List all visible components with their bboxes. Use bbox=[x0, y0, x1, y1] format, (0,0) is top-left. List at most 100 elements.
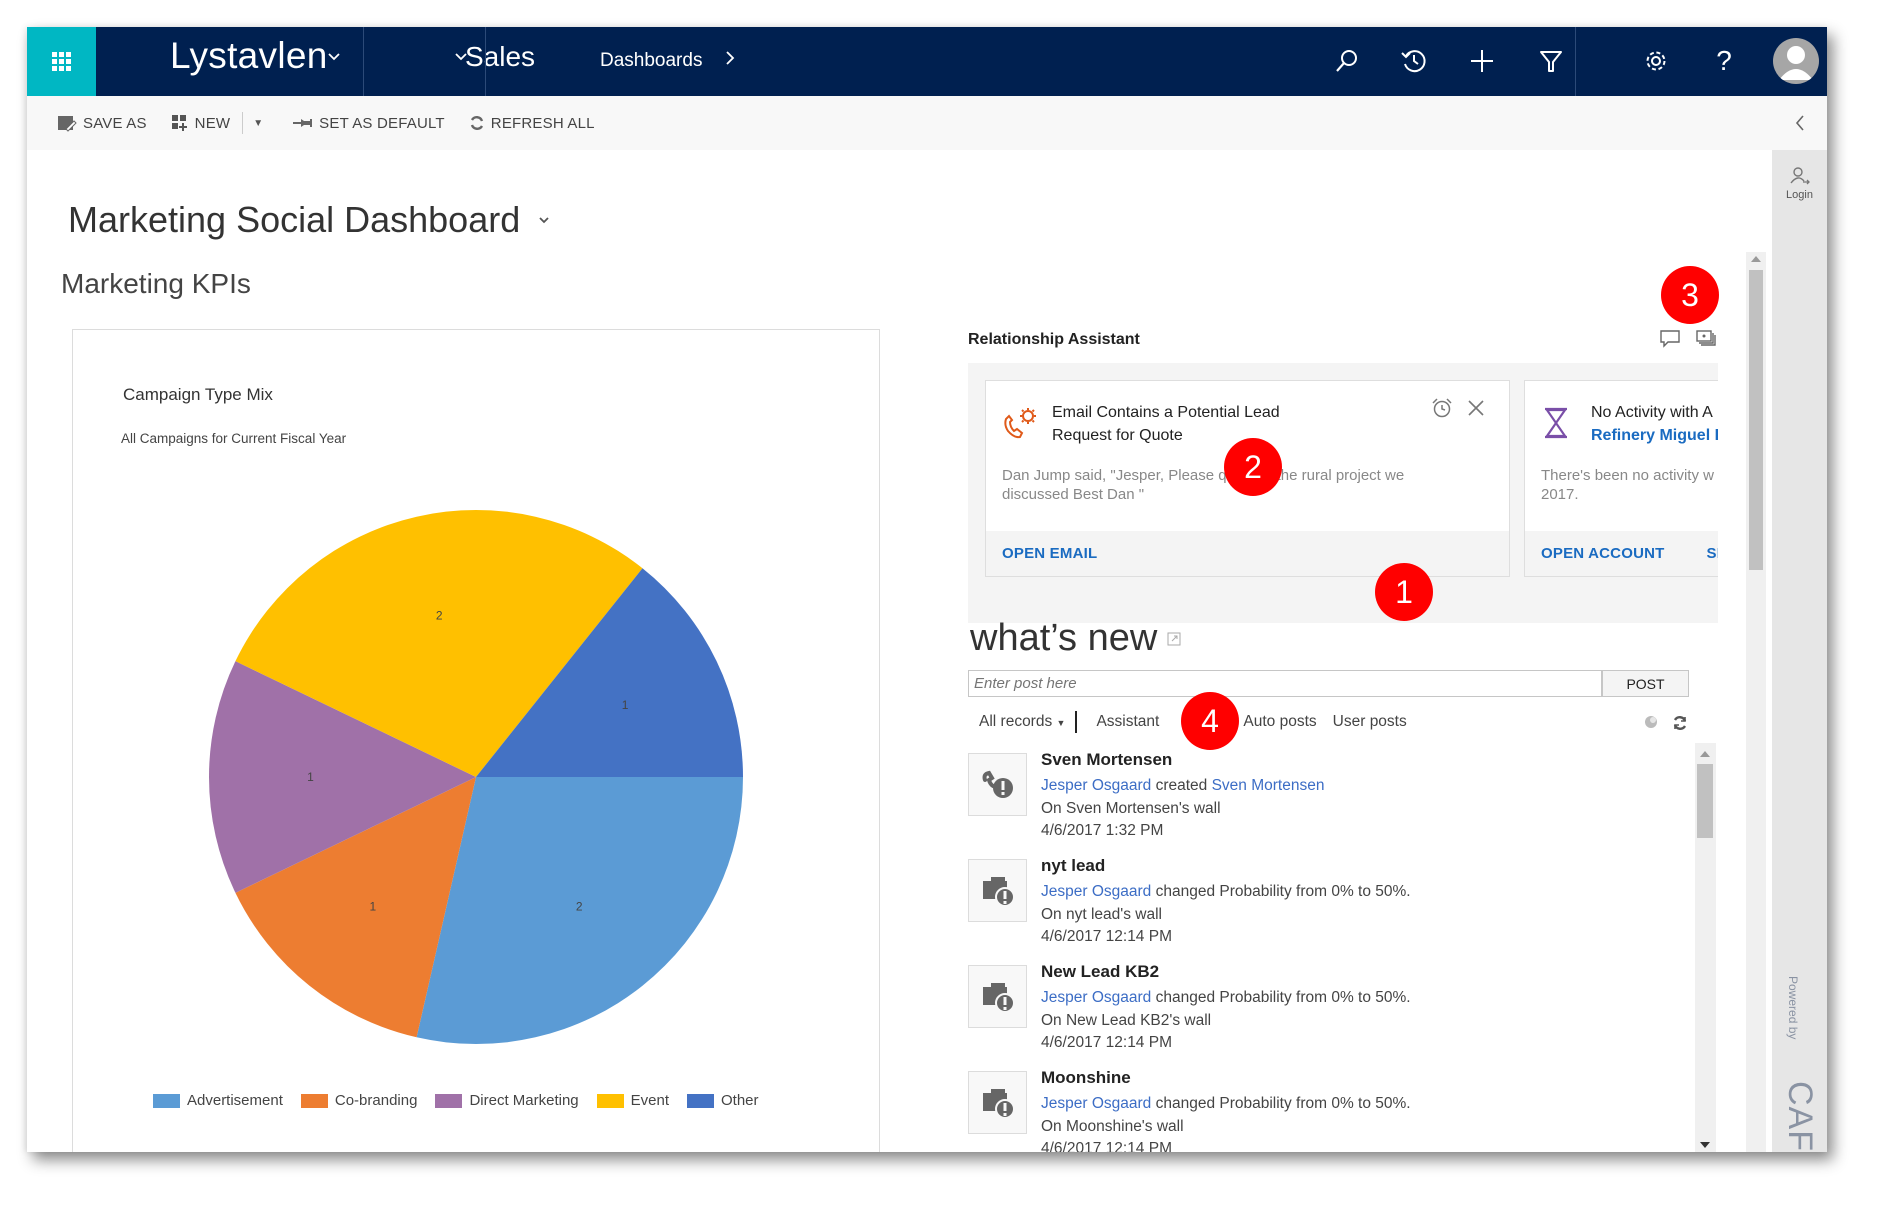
legend-item[interactable]: Advertisement bbox=[153, 1092, 283, 1109]
advanced-find-filter-icon[interactable] bbox=[1533, 43, 1569, 79]
refresh-all-button[interactable]: REFRESH ALL bbox=[469, 115, 595, 132]
post-timestamp: 4/6/2017 12:14 PM bbox=[1041, 1034, 1172, 1051]
post-actor-link[interactable]: Jesper Osgaard bbox=[1041, 1095, 1151, 1112]
scroll-up-arrow-icon[interactable] bbox=[1751, 256, 1761, 262]
legend-item[interactable]: Co-branding bbox=[300, 1092, 417, 1109]
chat-bubble-icon[interactable] bbox=[1659, 329, 1681, 349]
legend-label: Advertisement bbox=[187, 1092, 283, 1109]
post-target-link[interactable]: Sven Mortensen bbox=[1212, 777, 1325, 794]
refresh-all-label: REFRESH ALL bbox=[490, 114, 595, 132]
assistant-filter[interactable]: Assistant bbox=[1096, 713, 1159, 731]
post-record-title[interactable]: New Lead KB2 bbox=[1041, 962, 1159, 982]
set-as-default-button[interactable]: SET AS DEFAULT bbox=[293, 115, 445, 132]
user-avatar-icon[interactable] bbox=[1773, 38, 1819, 84]
refresh-icon bbox=[470, 116, 483, 130]
feed-scroll-up-icon[interactable] bbox=[1700, 751, 1710, 757]
save-as-label: SAVE AS bbox=[83, 114, 147, 132]
card-footer: OPEN ACCOUNT SEN bbox=[1525, 531, 1718, 576]
scrollbar-thumb[interactable] bbox=[1749, 270, 1763, 570]
post-activity: Jesper Osgaard created Sven Mortensen bbox=[1041, 777, 1325, 794]
save-as-button[interactable]: SAVE AS bbox=[57, 114, 147, 132]
recent-history-icon[interactable] bbox=[1396, 43, 1432, 79]
feed-post[interactable]: nyt lead Jesper Osgaard changed Probabili… bbox=[968, 856, 1688, 962]
pie-data-label: 2 bbox=[576, 899, 583, 913]
org-name[interactable]: Lystavlen bbox=[170, 35, 328, 77]
new-button[interactable]: NEW bbox=[171, 114, 231, 132]
post-record-title[interactable]: Sven Mortensen bbox=[1041, 750, 1172, 770]
feed-refresh-icon[interactable] bbox=[1672, 715, 1688, 731]
popout-icon[interactable] bbox=[1167, 632, 1181, 646]
pie-chart[interactable]: 2 1 1 2 1 bbox=[73, 330, 881, 1090]
relationship-assistant-title: Relationship Assistant bbox=[968, 331, 1140, 348]
callout-badge-2: 2 bbox=[1224, 438, 1282, 496]
snooze-alarm-clock-icon[interactable] bbox=[1431, 397, 1453, 419]
login-label: Login bbox=[1786, 189, 1813, 201]
relationship-assistant-toolbar bbox=[1659, 329, 1717, 349]
legend-label: Direct Marketing bbox=[469, 1092, 579, 1109]
post-timestamp: 4/6/2017 12:14 PM bbox=[1041, 1140, 1172, 1152]
post-record-title[interactable]: Moonshine bbox=[1041, 1068, 1131, 1088]
feed-scrollbar-thumb[interactable] bbox=[1697, 764, 1713, 838]
apps-menu-button[interactable] bbox=[27, 27, 96, 96]
section-title: Marketing KPIs bbox=[61, 268, 251, 299]
legend-item[interactable]: Other bbox=[687, 1092, 759, 1109]
dashboard-chevron-down-icon[interactable] bbox=[538, 211, 550, 229]
all-records-filter[interactable]: All records ▼ bbox=[979, 713, 1065, 731]
post-button[interactable]: POST bbox=[1602, 670, 1689, 697]
nav-divider bbox=[485, 27, 486, 96]
legend-item[interactable]: Event bbox=[596, 1092, 669, 1109]
set-as-default-label: SET AS DEFAULT bbox=[319, 114, 445, 132]
post-input[interactable] bbox=[968, 670, 1602, 697]
new-dashboard-icon bbox=[171, 115, 187, 131]
dashboard-selector[interactable]: Marketing Social Dashboard bbox=[68, 199, 550, 241]
main-scrollbar[interactable] bbox=[1746, 252, 1766, 1152]
command-bar: SAVE AS NEW ▼ SET AS DEFAULT REFRESH ALL bbox=[27, 96, 1772, 150]
post-timestamp: 4/6/2017 12:14 PM bbox=[1041, 928, 1172, 945]
feed-post[interactable]: Moonshine Jesper Osgaard changed Probabil… bbox=[968, 1068, 1688, 1152]
send-link[interactable]: SEN bbox=[1707, 545, 1718, 562]
feed-post[interactable]: Sven Mortensen Jesper Osgaard created Sve… bbox=[968, 750, 1688, 856]
pie-data-label: 1 bbox=[369, 899, 376, 913]
user-posts-filter[interactable]: User posts bbox=[1333, 713, 1407, 731]
card-view-stack-icon[interactable] bbox=[1695, 329, 1717, 349]
pin-icon bbox=[293, 119, 313, 127]
legend-swatch bbox=[435, 1093, 463, 1108]
feed-post[interactable]: New Lead KB2 Jesper Osgaard changed Proba… bbox=[968, 962, 1688, 1068]
dismiss-close-icon[interactable] bbox=[1467, 399, 1485, 417]
help-question-icon[interactable]: ? bbox=[1706, 43, 1742, 79]
post-actor-link[interactable]: Jesper Osgaard bbox=[1041, 777, 1151, 794]
post-activity: Jesper Osgaard changed Probability from … bbox=[1041, 883, 1411, 900]
open-account-link[interactable]: OPEN ACCOUNT bbox=[1541, 545, 1665, 562]
app-switcher[interactable]: Sales bbox=[465, 41, 535, 73]
post-record-title[interactable]: nyt lead bbox=[1041, 856, 1105, 876]
create-plus-icon[interactable] bbox=[1464, 43, 1500, 79]
apps-grid-icon bbox=[52, 52, 71, 71]
assistant-card[interactable]: No Activity with A Refinery Miguel I The… bbox=[1524, 380, 1718, 577]
org-chevron-down-icon[interactable] bbox=[327, 49, 341, 67]
app-chevron-down-icon[interactable] bbox=[454, 49, 468, 67]
post-actor-link[interactable]: Jesper Osgaard bbox=[1041, 883, 1151, 900]
post-actor-link[interactable]: Jesper Osgaard bbox=[1041, 989, 1151, 1006]
phone-alert-icon bbox=[968, 753, 1027, 816]
breadcrumb-dashboards[interactable]: Dashboards bbox=[600, 50, 702, 72]
follow-pin-icon[interactable] bbox=[1644, 715, 1658, 729]
auto-posts-filter[interactable]: Auto posts bbox=[1243, 713, 1316, 731]
post-wall: On Moonshine's wall bbox=[1041, 1118, 1184, 1135]
new-dropdown-caret-icon[interactable]: ▼ bbox=[253, 118, 263, 129]
open-email-link[interactable]: OPEN EMAIL bbox=[1002, 545, 1097, 562]
collapse-panel-chevron-left-icon[interactable] bbox=[1772, 96, 1827, 150]
refinery-miguel-link[interactable]: Refinery Miguel I bbox=[1591, 424, 1718, 447]
search-icon[interactable] bbox=[1329, 43, 1365, 79]
login-button[interactable]: Login bbox=[1772, 166, 1827, 201]
breadcrumb-chevron-right-icon[interactable] bbox=[724, 44, 736, 75]
relationship-assistant-cards: Email Contains a Potential Lead Request … bbox=[968, 363, 1718, 623]
legend-label: Event bbox=[630, 1092, 669, 1109]
callout-badge-4: 4 bbox=[1181, 692, 1239, 750]
settings-gear-icon[interactable] bbox=[1638, 43, 1674, 79]
right-side-rail: Login Powered by CAFé ✕ bbox=[1772, 96, 1827, 1152]
legend-swatch bbox=[153, 1093, 180, 1108]
feed-scroll-down-icon[interactable] bbox=[1700, 1142, 1710, 1148]
legend-item[interactable]: Direct Marketing bbox=[435, 1092, 579, 1109]
feed-scrollbar[interactable] bbox=[1695, 743, 1716, 1152]
legend-swatch bbox=[596, 1093, 624, 1108]
